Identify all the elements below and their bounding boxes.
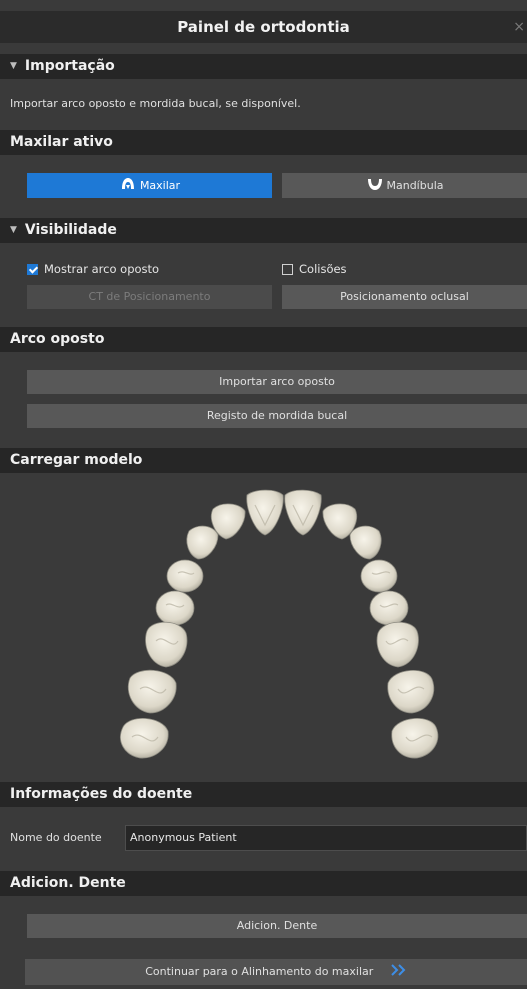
- add-tooth-header: Adicion. Dente: [0, 871, 527, 896]
- tooth-13: [186, 525, 219, 560]
- continue-to-maxilla-alignment-button[interactable]: Continuar para o Alinhamento do maxilar: [25, 959, 527, 985]
- collapse-triangle-icon: ▼: [10, 61, 17, 71]
- buccal-bite-registration-button[interactable]: Registo de mordida bucal: [27, 404, 527, 428]
- ct-positioning-button[interactable]: CT de Posicionamento: [27, 285, 272, 309]
- collisions-label: Colisões: [299, 262, 347, 276]
- show-opposite-checkbox-row[interactable]: Mostrar arco oposto: [27, 262, 159, 276]
- tooth-11: [246, 489, 284, 536]
- patient-info-title: Informações do doente: [10, 786, 193, 802]
- dental-arch-diagram[interactable]: [0, 473, 527, 771]
- active-jaw-title: Maxilar ativo: [10, 134, 113, 150]
- tooth-24: [360, 559, 398, 593]
- tooth-21: [284, 489, 322, 536]
- show-opposite-checkbox[interactable]: [27, 263, 38, 275]
- tooth-27: [387, 670, 435, 714]
- active-jaw-header: Maxilar ativo: [0, 130, 527, 155]
- import-description: Importar arco oposto e mordida bucal, se…: [10, 97, 301, 110]
- tooth-14: [166, 559, 204, 593]
- tooth-26: [376, 621, 419, 668]
- import-section-header[interactable]: ▼ Importação: [0, 54, 527, 79]
- collisions-checkbox-row[interactable]: Colisões: [282, 262, 347, 276]
- tooth-15: [155, 590, 195, 626]
- panel-title: Painel de ortodontia: [177, 18, 350, 36]
- visibility-header[interactable]: ▼ Visibilidade: [0, 218, 527, 243]
- tooth-28: [391, 718, 439, 759]
- import-opposite-arch-button[interactable]: Importar arco oposto: [27, 370, 527, 394]
- visibility-title: Visibilidade: [24, 222, 117, 238]
- add-tooth-button[interactable]: Adicion. Dente: [27, 914, 527, 938]
- mandible-button[interactable]: Mandíbula: [282, 173, 527, 198]
- collisions-checkbox[interactable]: [282, 263, 293, 275]
- maxilla-button[interactable]: Maxilar: [27, 173, 272, 198]
- orthodontics-panel: Painel de ortodontia × ▼ Importação Impor…: [0, 0, 527, 989]
- opposite-arch-title: Arco oposto: [10, 331, 105, 347]
- patient-info-header: Informações do doente: [0, 782, 527, 807]
- tooth-16: [145, 621, 188, 668]
- collapse-triangle-icon: ▼: [10, 225, 17, 235]
- load-model-title: Carregar modelo: [10, 452, 143, 468]
- mandible-button-label: Mandíbula: [386, 179, 444, 192]
- close-icon[interactable]: ×: [513, 11, 525, 43]
- tooth-25: [369, 590, 409, 626]
- occlusal-positioning-button[interactable]: Posicionamento oclusal: [282, 285, 527, 309]
- upper-jaw-icon: [121, 178, 134, 189]
- import-section-title: Importação: [24, 58, 115, 74]
- show-opposite-label: Mostrar arco oposto: [44, 262, 160, 276]
- dental-arch-view[interactable]: [0, 473, 527, 771]
- panel-titlebar: Painel de ortodontia ×: [0, 11, 527, 43]
- double-chevron-right-icon: [391, 964, 406, 976]
- opposite-arch-header: Arco oposto: [0, 327, 527, 352]
- patient-name-field[interactable]: Anonymous Patient: [125, 825, 527, 851]
- lower-jaw-icon: [367, 179, 382, 190]
- patient-name-label: Nome do doente: [10, 831, 102, 844]
- maxilla-button-label: Maxilar: [139, 179, 181, 192]
- tooth-17: [127, 669, 177, 714]
- tooth-23: [349, 525, 382, 560]
- add-tooth-title: Adicion. Dente: [10, 875, 126, 891]
- load-model-header: Carregar modelo: [0, 448, 527, 473]
- continue-label: Continuar para o Alinhamento do maxilar: [145, 965, 374, 978]
